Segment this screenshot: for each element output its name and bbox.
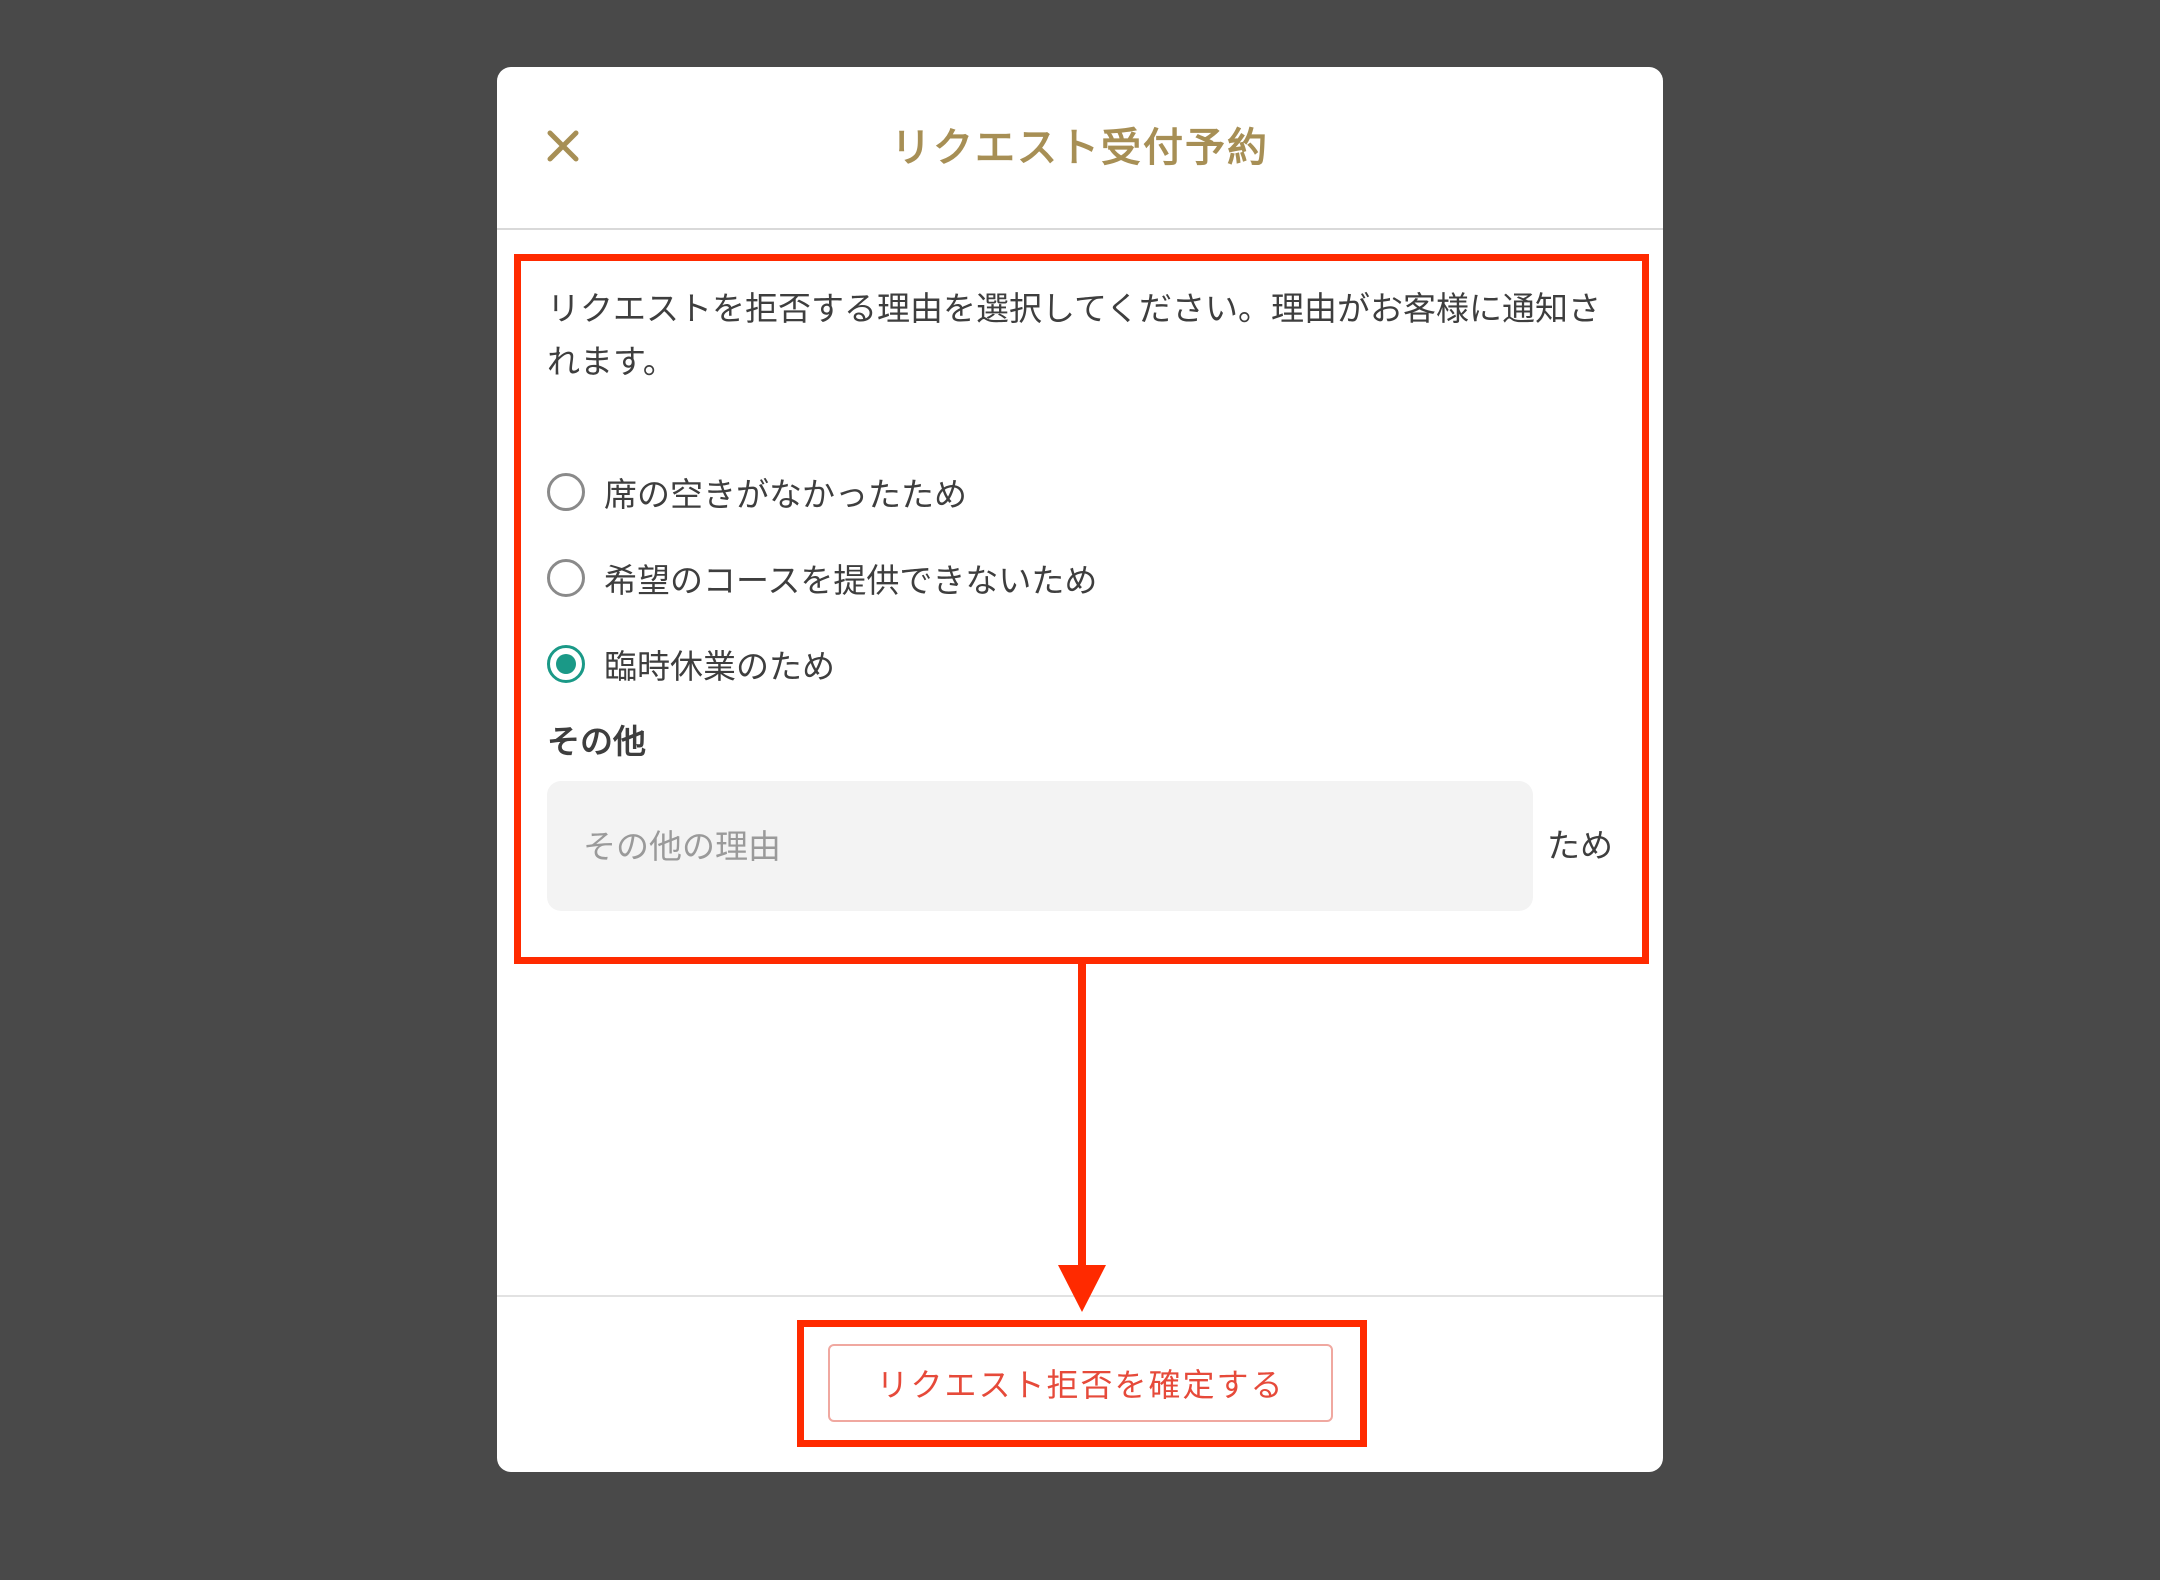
- reason-option-no-seats[interactable]: 席の空きがなかったため: [547, 462, 967, 522]
- radio-button[interactable]: [547, 473, 585, 511]
- reason-label: 希望のコースを提供できないため: [604, 561, 1098, 600]
- instruction-text: リクエストを拒否する理由を選択してください。理由がお客様に通知されます。: [547, 289, 1602, 381]
- reason-option-course-unavailable[interactable]: 希望のコースを提供できないため: [547, 548, 1097, 608]
- radio-button-checked[interactable]: [547, 645, 585, 683]
- footer-divider: [497, 1295, 1663, 1297]
- input-suffix: ため: [1547, 826, 1613, 865]
- modal-header: リクエスト受付予約: [497, 67, 1663, 230]
- other-heading: その他: [547, 722, 646, 761]
- close-icon: [547, 130, 579, 162]
- radio-button[interactable]: [547, 559, 585, 597]
- reason-label: 臨時休業のため: [604, 647, 835, 686]
- reason-option-temporary-closure[interactable]: 臨時休業のため: [547, 634, 835, 694]
- reject-request-modal: リクエスト受付予約 リクエストを拒否する理由を選択してください。理由がお客様に通…: [497, 67, 1663, 1472]
- close-button[interactable]: [533, 116, 593, 176]
- confirm-reject-button[interactable]: リクエスト拒否を確定する: [828, 1344, 1333, 1422]
- reason-label: 席の空きがなかったため: [604, 475, 967, 514]
- modal-title: リクエスト受付予約: [891, 125, 1269, 171]
- other-reason-input[interactable]: [547, 781, 1533, 911]
